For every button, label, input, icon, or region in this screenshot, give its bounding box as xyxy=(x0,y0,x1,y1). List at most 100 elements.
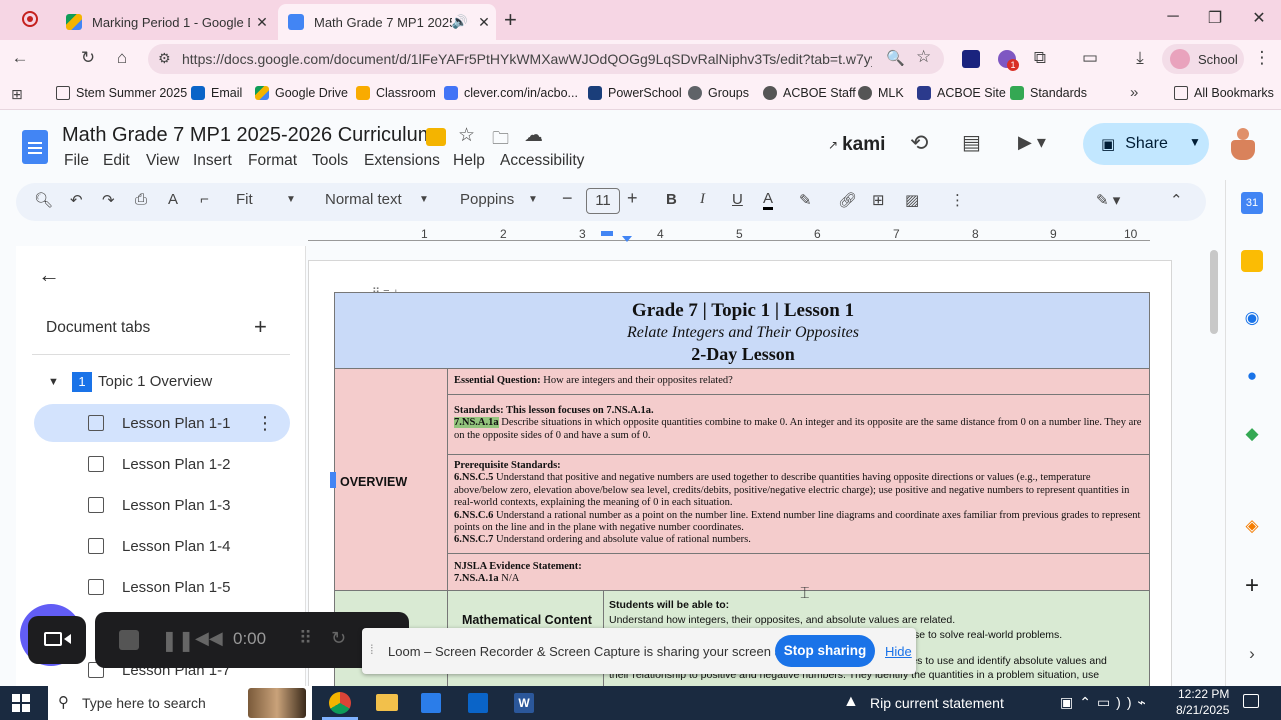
stop-record-icon[interactable] xyxy=(119,630,139,650)
cloud-status-icon[interactable]: ☁ xyxy=(524,124,543,147)
indent-marker[interactable] xyxy=(601,231,613,236)
menu-help[interactable]: Help xyxy=(453,152,485,170)
decrease-font-size-button[interactable]: − xyxy=(562,188,573,209)
close-tab-icon[interactable]: ✕ xyxy=(250,14,274,31)
new-tab-button[interactable]: + xyxy=(504,7,517,33)
apps-grid-icon[interactable]: ⊞ xyxy=(11,86,23,103)
tab-group-label[interactable]: Topic 1 Overview xyxy=(98,373,212,390)
redo-icon[interactable]: ↷ xyxy=(102,191,115,209)
minimize-icon[interactable]: ─ xyxy=(1158,8,1188,26)
star-icon[interactable]: ☆ xyxy=(458,124,475,147)
menu-extensions[interactable]: Extensions xyxy=(364,152,440,170)
sidebar-item-lesson-1-4[interactable]: Lesson Plan 1-4 xyxy=(34,527,290,565)
address-bar[interactable]: ⚙ https://docs.google.com/document/d/1lF… xyxy=(148,44,944,74)
site-info-icon[interactable]: ⚙ xyxy=(158,50,171,67)
outlook-taskbar-icon[interactable] xyxy=(468,693,488,713)
addon-icon[interactable]: ◈ xyxy=(1241,516,1263,538)
document-title[interactable]: Math Grade 7 MP1 2025-2026 Curriculum xyxy=(62,124,434,147)
bookmark-item[interactable]: ACBOE Site xyxy=(917,86,1006,100)
collapse-menus-icon[interactable]: ⌃ xyxy=(1170,191,1183,209)
print-icon[interactable]: ⎙ xyxy=(135,191,147,208)
contacts-icon[interactable]: ● xyxy=(1241,366,1263,388)
tab-search-icon[interactable]: ▭ xyxy=(1078,48,1102,68)
bookmark-item[interactable]: ACBOE Staff xyxy=(763,86,856,100)
bookmark-item[interactable]: Email xyxy=(191,86,242,100)
back-icon[interactable]: ← xyxy=(8,48,32,68)
drag-handle-icon[interactable]: ⁞ xyxy=(370,642,374,657)
chrome-taskbar-icon[interactable] xyxy=(329,692,351,714)
menu-insert[interactable]: Insert xyxy=(193,152,232,170)
grid-icon[interactable]: ⠿ xyxy=(299,628,312,649)
avatar[interactable] xyxy=(1228,128,1258,162)
tab-math-grade-7[interactable]: Math Grade 7 MP1 2025-2( 🔊 ✕ xyxy=(278,4,496,40)
bookmark-item[interactable]: Stem Summer 2025 xyxy=(56,86,187,100)
bookmark-item[interactable]: Classroom xyxy=(356,86,436,100)
menu-accessibility[interactable]: Accessibility xyxy=(500,152,584,170)
word-taskbar-icon[interactable]: W xyxy=(514,693,534,713)
chevron-down-icon[interactable]: ▼ xyxy=(1189,135,1201,149)
camera-toggle-button[interactable] xyxy=(28,616,86,664)
insert-link-icon[interactable]: 🔗︎ xyxy=(838,191,857,209)
spellcheck-icon[interactable]: A xyxy=(168,191,178,208)
rewind-icon[interactable]: ◀◀ xyxy=(195,628,223,649)
speaker-icon[interactable]: 🔊 xyxy=(452,14,468,30)
keep-icon[interactable] xyxy=(1241,250,1263,272)
docs-logo-icon[interactable] xyxy=(22,130,48,164)
menu-format[interactable]: Format xyxy=(248,152,297,170)
kami-folder-icon[interactable] xyxy=(426,128,446,146)
home-icon[interactable]: ⌂ xyxy=(110,48,134,68)
back-arrow-icon[interactable]: ← xyxy=(38,262,60,288)
comments-icon[interactable]: ▤ xyxy=(962,130,981,155)
sidebar-item-lesson-1-2[interactable]: Lesson Plan 1-2 xyxy=(34,445,290,483)
highlight-icon[interactable]: ✎ xyxy=(799,191,812,209)
meet-icon[interactable]: ▶ ▾ xyxy=(1018,132,1046,153)
system-tray-icons[interactable]: ▣⌃▭))⌁ xyxy=(1060,694,1152,711)
version-history-icon[interactable]: ⟲ xyxy=(910,130,928,156)
windows-start-icon[interactable] xyxy=(12,694,30,712)
notification-center-icon[interactable] xyxy=(1243,694,1259,708)
paint-format-icon[interactable]: ⌐ xyxy=(200,191,209,208)
bookmark-item[interactable]: Groups xyxy=(688,86,749,100)
bookmark-star-icon[interactable]: ☆ xyxy=(916,47,931,67)
editing-mode-icon[interactable]: ✎ ▾ xyxy=(1096,191,1120,209)
italic-icon[interactable]: I xyxy=(700,191,705,208)
collapse-arrow-icon[interactable]: ▼ xyxy=(48,376,59,388)
maximize-icon[interactable]: ❐ xyxy=(1200,8,1230,28)
pause-icon[interactable]: ❚❚ xyxy=(161,628,195,653)
more-options-icon[interactable]: ⋮ xyxy=(950,191,965,209)
bookmark-item[interactable]: MLK xyxy=(858,86,904,100)
kami-button[interactable]: ↗ kami xyxy=(828,134,885,156)
menu-tools[interactable]: Tools xyxy=(312,152,348,170)
tab-marking-period[interactable]: Marking Period 1 - Google Driv ✕ xyxy=(56,4,274,40)
download-icon[interactable]: ⤓ xyxy=(1128,48,1152,68)
indent-marker[interactable] xyxy=(622,236,632,242)
font-select[interactable]: Poppins ▼ xyxy=(460,191,542,208)
font-size-input[interactable]: 11 xyxy=(586,188,620,214)
text-color-icon[interactable]: A xyxy=(763,191,774,210)
sidebar-item-lesson-1-1[interactable]: Lesson Plan 1-1 ⋮ xyxy=(34,404,290,442)
bookmark-item[interactable]: Standards xyxy=(1010,86,1087,100)
taskbar-search-box[interactable]: ⚲ Type here to search xyxy=(48,686,312,720)
underline-icon[interactable]: U xyxy=(732,191,743,208)
increase-font-size-button[interactable]: + xyxy=(627,188,638,209)
maps-icon[interactable]: ◆ xyxy=(1241,424,1263,446)
add-comment-icon[interactable]: ⊞ xyxy=(872,191,885,209)
notification-text[interactable]: Rip current statement xyxy=(870,695,1004,711)
expand-panel-icon[interactable]: › xyxy=(1241,644,1263,666)
zoom-select[interactable]: Fit ▼ xyxy=(236,191,296,208)
style-select[interactable]: Normal text ▼ xyxy=(325,191,433,208)
search-lens-icon[interactable]: 🔍 xyxy=(886,49,905,67)
reload-icon[interactable]: ↻ xyxy=(76,48,100,68)
tasks-icon[interactable]: ◉ xyxy=(1241,308,1263,330)
undo-icon[interactable]: ↶ xyxy=(70,191,83,209)
insert-image-icon[interactable]: ▨ xyxy=(905,191,919,209)
ruler[interactable]: 1 2 3 4 5 6 7 8 9 10 xyxy=(308,227,1174,246)
profile-button[interactable]: School xyxy=(1162,44,1244,74)
menu-view[interactable]: View xyxy=(146,152,179,170)
stop-sharing-button[interactable]: Stop sharing xyxy=(775,635,875,667)
restart-icon[interactable]: ↻ xyxy=(331,628,346,649)
more-options-icon[interactable]: ⋮ xyxy=(256,413,274,434)
clock-time[interactable]: 12:22 PM xyxy=(1178,687,1229,701)
sidebar-item-lesson-1-3[interactable]: Lesson Plan 1-3 xyxy=(34,486,290,524)
search-menus-icon[interactable]: 🔍︎ xyxy=(34,191,53,209)
